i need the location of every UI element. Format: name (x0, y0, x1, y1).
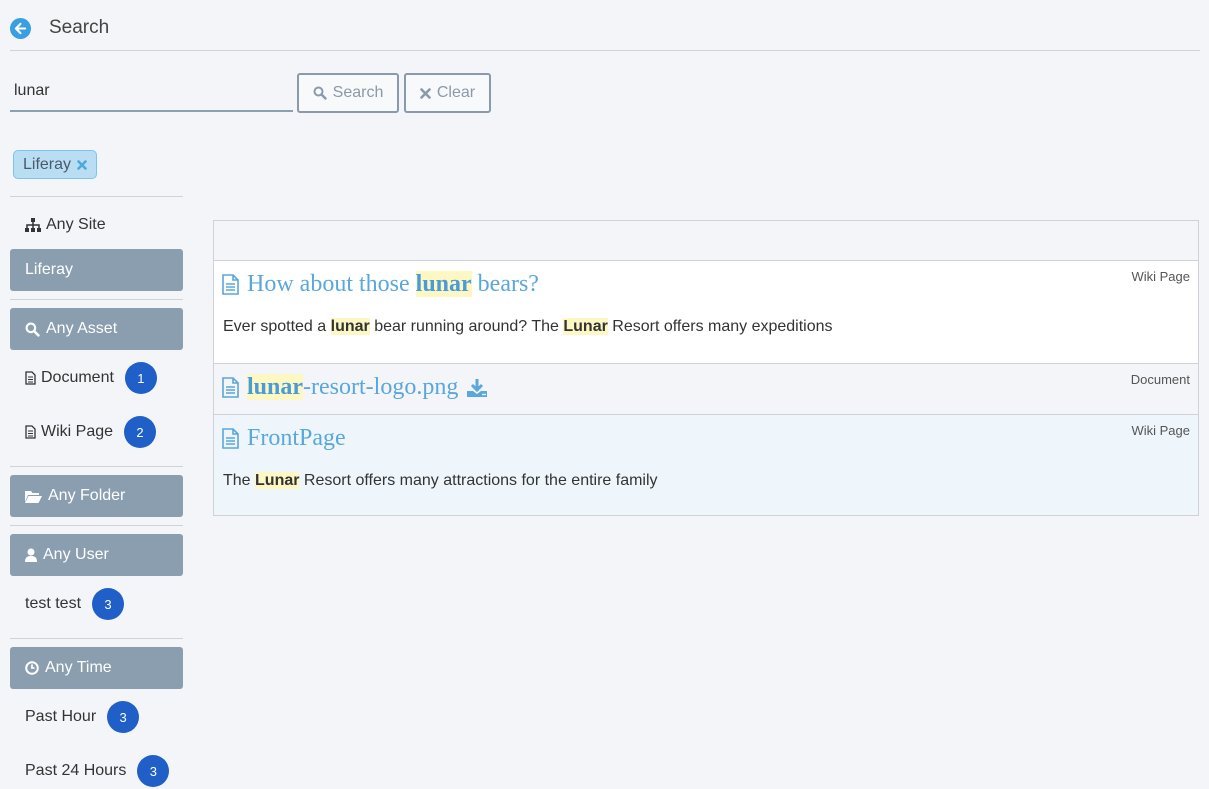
user-icon (25, 548, 37, 562)
page-title: Search (49, 17, 110, 38)
document-icon (222, 377, 239, 398)
facet-any-site[interactable]: Any Site (25, 216, 106, 234)
snippet-highlight: Lunar (563, 318, 608, 335)
facet-asset-wiki-page[interactable]: Wiki Page 2 (25, 416, 157, 448)
back-arrow-icon[interactable] (10, 18, 31, 39)
document-icon (222, 274, 239, 295)
count-badge: 1 (124, 362, 157, 394)
snippet-text: Resort offers many expeditions (607, 318, 833, 335)
facet-any-folder-label: Any Folder (48, 487, 126, 504)
facet-any-asset[interactable]: Any Asset (10, 308, 183, 350)
facet-any-asset-label: Any Asset (46, 320, 118, 337)
divider (10, 299, 183, 300)
facet-time-past-hour[interactable]: Past Hour 3 (25, 701, 140, 733)
result-title-link[interactable]: How about those lunar bears? (222, 271, 539, 298)
facet-user-test-label: test test (25, 595, 82, 612)
divider (10, 466, 183, 467)
search-input[interactable] (10, 72, 293, 112)
snippet-highlight: lunar (330, 318, 370, 335)
result-type-label: Document (1130, 372, 1190, 387)
filter-tag-label: Liferay (23, 155, 72, 173)
search-results: How about those lunar bears? Wiki Page E… (213, 220, 1199, 516)
clear-button-label: Clear (436, 84, 476, 101)
result-title-highlight: lunar (415, 271, 472, 297)
result-type-label: Wiki Page (1131, 269, 1190, 284)
result-item: FrontPage Wiki Page The Lunar Resort off… (214, 414, 1198, 515)
result-title-highlight: lunar (247, 374, 304, 400)
result-title-text: FrontPage (247, 425, 346, 451)
divider (10, 196, 183, 197)
count-badge: 3 (137, 755, 170, 787)
snippet-text: Ever spotted a (223, 318, 331, 335)
facet-time-past-24-hours[interactable]: Past 24 Hours 3 (25, 755, 170, 787)
facet-site-liferay-label: Liferay (25, 261, 74, 278)
result-item: How about those lunar bears? Wiki Page E… (214, 260, 1198, 363)
result-snippet: Ever spotted a lunar bear running around… (223, 318, 833, 336)
snippet-text: Resort offers many attractions for the e… (299, 472, 658, 489)
filter-tag: Liferay (13, 150, 98, 179)
result-title-link[interactable]: lunar-resort-logo.png (222, 374, 488, 401)
facet-any-user-label: Any User (43, 546, 109, 563)
snippet-text: bear running around? The (369, 318, 564, 335)
count-badge: 2 (124, 416, 157, 448)
result-item: lunar-resort-logo.png Document (214, 363, 1198, 414)
facet-any-folder[interactable]: Any Folder (10, 475, 183, 517)
sitemap-icon (25, 218, 41, 232)
count-badge: 3 (107, 701, 140, 733)
divider (10, 525, 183, 526)
snippet-text: The (223, 472, 256, 489)
search-icon (313, 86, 327, 100)
facet-any-site-label: Any Site (46, 216, 106, 233)
facet-asset-wiki-page-label: Wiki Page (41, 423, 114, 440)
facet-user-test[interactable]: test test 3 (25, 588, 125, 620)
document-icon (222, 428, 239, 449)
search-icon (25, 322, 40, 337)
divider (10, 638, 183, 639)
snippet-highlight: Lunar (255, 472, 300, 489)
document-icon (25, 371, 36, 385)
result-title-link[interactable]: FrontPage (222, 425, 346, 452)
facet-any-user[interactable]: Any User (10, 534, 183, 576)
close-icon (420, 87, 431, 99)
clear-button[interactable]: Clear (404, 73, 491, 113)
download-icon[interactable] (466, 378, 488, 398)
search-button-label: Search (332, 84, 384, 101)
result-title-text: bears? (471, 271, 539, 297)
result-type-label: Wiki Page (1131, 423, 1190, 438)
facet-any-time[interactable]: Any Time (10, 647, 183, 689)
facet-any-time-label: Any Time (45, 659, 112, 676)
search-button[interactable]: Search (297, 73, 399, 113)
folder-open-icon (25, 490, 42, 503)
facet-time-past-24-hours-label: Past 24 Hours (25, 762, 127, 779)
count-badge: 3 (92, 588, 125, 620)
result-title-text: How about those (247, 271, 416, 297)
clock-icon (25, 661, 39, 675)
document-icon (25, 425, 36, 439)
facet-asset-document[interactable]: Document 1 (25, 362, 157, 394)
facet-time-past-hour-label: Past Hour (25, 708, 97, 725)
result-snippet: The Lunar Resort offers many attractions… (223, 472, 658, 490)
page-header: Search (10, 14, 1200, 51)
facet-asset-document-label: Document (41, 369, 114, 386)
result-title-text: -resort-logo.png (303, 374, 459, 400)
facet-site-liferay[interactable]: Liferay (10, 249, 183, 291)
remove-tag-icon[interactable] (77, 159, 87, 170)
